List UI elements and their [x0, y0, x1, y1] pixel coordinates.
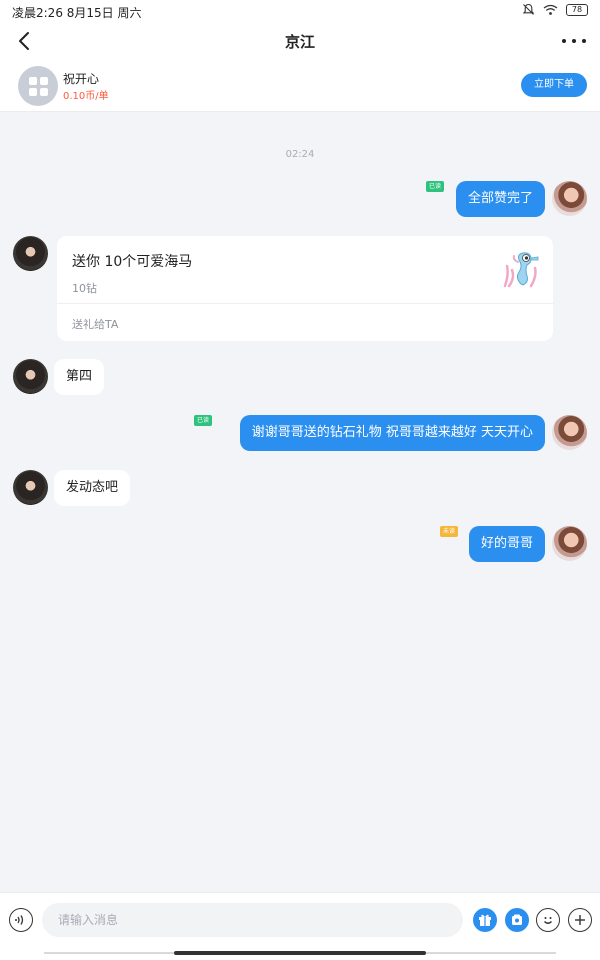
self-avatar[interactable]: [552, 415, 587, 450]
contact-avatar[interactable]: [13, 359, 48, 394]
order-now-button[interactable]: 立即下单: [521, 73, 587, 97]
status-bar: 凌晨2:26 8月15日 周六 78: [0, 0, 600, 22]
status-icons: 78: [522, 3, 588, 16]
gift-icon[interactable]: [473, 908, 497, 932]
gift-card[interactable]: 送你 10个可爱海马 10钻 送礼给TA: [57, 236, 553, 341]
nav-bar: 京江: [0, 22, 600, 60]
service-name: 祝开心: [63, 72, 100, 86]
message-bubble-incoming[interactable]: 发动态吧: [54, 470, 131, 506]
service-bar: 祝开心 0.10币/单 立即下单: [0, 60, 600, 112]
gift-card-divider: [57, 303, 553, 304]
voice-icon[interactable]: [9, 908, 33, 932]
battery-icon: 78: [566, 3, 588, 16]
input-bar: [0, 892, 600, 960]
seahorse-gift-icon: [503, 252, 539, 288]
home-indicator[interactable]: [174, 951, 426, 955]
message-bubble-outgoing[interactable]: 谢谢哥哥送的钻石礼物 祝哥哥越来越好 天天开心: [239, 415, 545, 451]
message-bubble-outgoing[interactable]: 全部赞完了: [455, 181, 545, 217]
self-avatar[interactable]: [552, 526, 587, 561]
contact-avatar[interactable]: [13, 236, 48, 271]
wifi-icon: [543, 4, 558, 15]
read-status-tag: 已读: [426, 181, 445, 192]
gift-price: 10钻: [72, 282, 97, 295]
page-title: 京江: [284, 33, 315, 51]
chat-timestamp: 02:24: [285, 149, 315, 160]
status-time-date: 凌晨2:26 8月15日 周六: [12, 6, 142, 20]
mute-bell-icon: [522, 3, 535, 15]
message-bubble-incoming[interactable]: 第四: [54, 359, 105, 395]
read-status-tag: 已读: [194, 415, 213, 426]
service-price: 0.10币/单: [63, 91, 109, 102]
message-bubble-outgoing[interactable]: 好的哥哥: [468, 526, 545, 562]
send-gift-link[interactable]: 送礼给TA: [72, 316, 118, 332]
message-input[interactable]: [42, 903, 463, 937]
unread-status-tag: 未读: [440, 526, 459, 537]
gift-title: 送你 10个可爱海马: [72, 254, 193, 270]
emoji-icon[interactable]: [536, 908, 560, 932]
coupon-icon[interactable]: [505, 908, 529, 932]
service-avatar: [18, 66, 58, 106]
plus-icon[interactable]: [568, 908, 592, 932]
more-dots-icon[interactable]: [562, 30, 586, 52]
self-avatar[interactable]: [552, 181, 587, 216]
contact-avatar[interactable]: [13, 470, 48, 505]
